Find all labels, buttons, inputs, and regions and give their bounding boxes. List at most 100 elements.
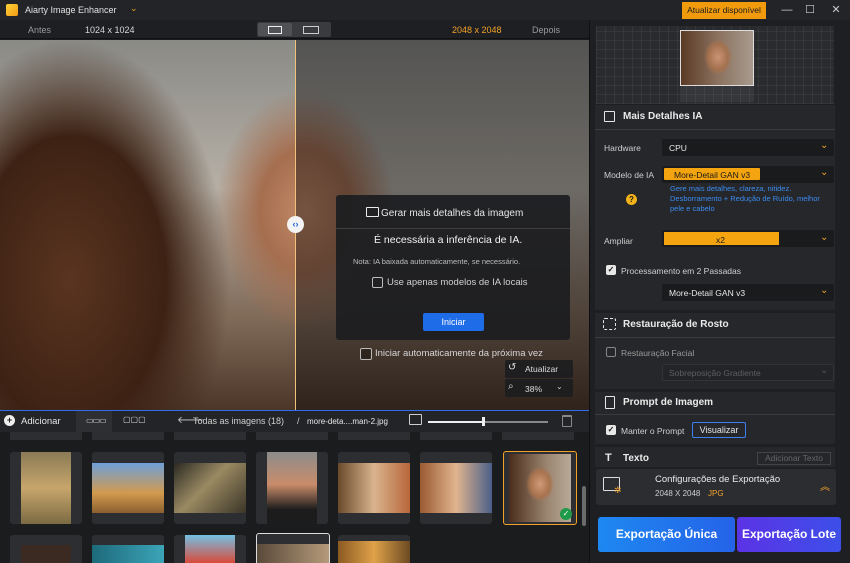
help-icon[interactable]: ?: [626, 194, 637, 205]
thumbnail-dog[interactable]: [10, 452, 82, 524]
view-prompt-button[interactable]: Visualizar: [692, 422, 746, 438]
blend-value: Sobreposição Gradiente: [669, 368, 761, 378]
ai-model-hint: Gere mais detalhes, clareza, nitidez. De…: [670, 184, 820, 213]
thumbnail-image: [185, 535, 235, 563]
breadcrumb-separator: /: [297, 416, 300, 426]
thumbnail[interactable]: [92, 535, 164, 563]
close-icon[interactable]: ✕: [826, 2, 846, 18]
dialog-divider: [336, 228, 570, 229]
dialog-message: É necessária a inferência de IA.: [374, 234, 523, 246]
thumbnail-friends[interactable]: [420, 452, 492, 524]
thumbnail-scrollbar[interactable]: [582, 486, 586, 526]
chevron-up-icon[interactable]: ︽: [820, 478, 830, 493]
chevron-down-icon[interactable]: ⌄: [820, 285, 828, 296]
zoom-icon: ⌕: [508, 381, 514, 392]
auto-start-checkbox[interactable]: [360, 348, 372, 360]
split-handle-icon[interactable]: ‹›: [287, 216, 304, 233]
section-divider: [595, 414, 835, 415]
single-export-button[interactable]: Exportação Única: [598, 517, 735, 552]
grid-view-icon: ▭▭▭: [86, 416, 107, 425]
gear-icon: ✲: [614, 485, 622, 495]
text-icon: T: [605, 452, 612, 464]
two-pass-label[interactable]: Processamento em 2 Passadas: [621, 266, 741, 276]
chevron-down-icon[interactable]: ⌄: [130, 3, 138, 14]
add-text-button[interactable]: Adicionar Texto: [757, 452, 831, 465]
chevron-down-icon[interactable]: ⌄: [820, 365, 828, 376]
thumbnail-selected[interactable]: ✓: [503, 451, 577, 525]
facial-restoration-label[interactable]: Restauração Facial: [621, 348, 694, 358]
app-logo: [6, 4, 18, 16]
face-restoration-title: Restauração de Rosto: [623, 319, 729, 330]
chevron-down-icon[interactable]: ⌄: [820, 232, 828, 243]
upscale-label: Ampliar: [604, 236, 633, 246]
trash-icon[interactable]: [562, 415, 572, 427]
chevron-down-icon[interactable]: ⌄: [820, 140, 828, 151]
maximize-icon[interactable]: ☐: [800, 2, 820, 18]
app-title[interactable]: Aiarty Image Enhancer: [25, 5, 117, 15]
refresh-label: Atualizar: [525, 364, 559, 374]
chevron-down-icon[interactable]: ⌄: [556, 382, 563, 391]
thumbnail-image: [21, 545, 71, 563]
thumbnail[interactable]: [10, 432, 82, 440]
text-title: Texto: [623, 453, 649, 464]
thumbnail[interactable]: [256, 533, 330, 563]
keep-prompt-checkbox[interactable]: ✓: [606, 425, 616, 435]
thumbnail[interactable]: [174, 535, 246, 563]
start-button[interactable]: Iniciar: [423, 313, 484, 331]
thumbnail[interactable]: [420, 432, 492, 440]
thumbnail-image: [267, 452, 317, 524]
thumbnail-woman-dog[interactable]: [338, 452, 410, 524]
checkmark-icon: ✓: [560, 508, 572, 520]
thumbnail[interactable]: [338, 432, 410, 440]
minimize-icon[interactable]: —: [777, 2, 797, 18]
export-size: 2048 X 2048: [655, 489, 701, 498]
two-pass-model-value: More-Detail GAN v3: [669, 288, 746, 298]
two-pass-checkbox[interactable]: ✓: [606, 265, 616, 275]
dialog-title: Gerar mais detalhes da imagem: [381, 208, 524, 219]
thumbnail-image: [338, 541, 410, 563]
after-label: Depois: [532, 25, 561, 35]
auto-start-label[interactable]: Iniciar automaticamente da próxima vez: [375, 348, 543, 359]
export-format: JPG: [708, 489, 724, 498]
thumbnail[interactable]: [502, 432, 574, 440]
local-models-checkbox[interactable]: [372, 277, 383, 288]
image-size-icon: [409, 414, 422, 425]
filmstrip-view-icon[interactable]: ▢▢▢: [123, 415, 146, 424]
enhance-icon: [604, 111, 615, 122]
thumbnail[interactable]: [256, 432, 328, 440]
hardware-label: Hardware: [604, 143, 641, 153]
thumbnail[interactable]: [174, 432, 246, 440]
thumbnail-lion[interactable]: [92, 452, 164, 524]
navigator-thumbnail[interactable]: [680, 30, 754, 86]
keep-prompt-label[interactable]: Manter o Prompt: [621, 426, 684, 436]
slider-handle[interactable]: [482, 417, 485, 426]
local-models-label[interactable]: Use apenas modelos de IA locais: [387, 277, 527, 288]
export-settings-title: Configurações de Exportação: [655, 474, 781, 485]
add-icon[interactable]: +: [4, 415, 15, 426]
hardware-value: CPU: [669, 143, 687, 153]
facial-restoration-checkbox[interactable]: [606, 347, 616, 357]
thumbnail-image: [21, 452, 71, 524]
monitor-icon: [366, 207, 379, 217]
thumbnail[interactable]: [10, 535, 82, 563]
ai-model-label: Modelo de IA: [604, 170, 655, 180]
update-available-button[interactable]: Atualizar disponível: [682, 2, 766, 19]
before-size: 1024 x 1024: [85, 25, 135, 35]
add-button[interactable]: Adicionar: [21, 416, 61, 427]
thumbnail-image: [92, 545, 164, 563]
thumbnail-butterfly[interactable]: [174, 452, 246, 524]
thumbnail[interactable]: [338, 535, 410, 563]
dialog-note: Nota: IA baixada automaticamente, se nec…: [353, 257, 521, 266]
all-images-link[interactable]: Todas as imagens (18): [193, 416, 284, 426]
side-by-side-icon[interactable]: [303, 26, 319, 34]
hardware-select[interactable]: [662, 139, 834, 156]
document-icon: [605, 396, 615, 409]
upscale-value: x2: [716, 235, 725, 245]
batch-export-button[interactable]: Exportação Lote: [737, 517, 841, 552]
thumbnail[interactable]: [92, 432, 164, 440]
refresh-icon: ↺: [508, 362, 517, 373]
thumbnail-image: [257, 544, 329, 563]
chevron-down-icon[interactable]: ⌄: [820, 167, 828, 178]
split-view-glyph-icon: [268, 26, 282, 34]
thumbnail-man-portrait[interactable]: [256, 452, 328, 524]
